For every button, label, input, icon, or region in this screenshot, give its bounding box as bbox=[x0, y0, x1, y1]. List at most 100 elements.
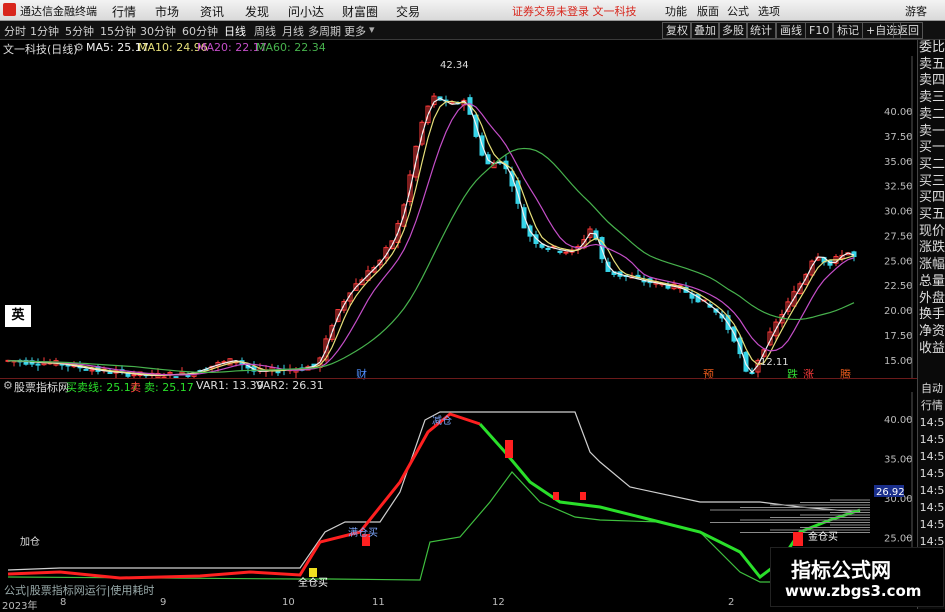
menu-layout[interactable]: 版面 bbox=[697, 3, 719, 19]
order-book-label: 卖五 bbox=[918, 56, 945, 72]
order-book-label: 买一 bbox=[918, 140, 945, 156]
tick-time-label[interactable]: 14:5 bbox=[918, 448, 945, 465]
signal-block bbox=[580, 492, 586, 500]
period-1min[interactable]: 1分钟 bbox=[30, 23, 59, 39]
y-tick-label: 15.00 bbox=[884, 356, 913, 367]
order-book-label: 总量 bbox=[918, 273, 945, 289]
menu-formula[interactable]: 公式 bbox=[727, 3, 749, 19]
f10-button[interactable]: F10 bbox=[805, 22, 834, 39]
period-monthly[interactable]: 月线 bbox=[282, 23, 304, 39]
watermark: 指标公式网 www.zbgs3.com bbox=[770, 547, 944, 607]
y-tick-label: 27.50 bbox=[884, 231, 913, 242]
x-tick-year: 2023年 bbox=[2, 601, 38, 612]
login-alert[interactable]: 证券交易未登录 文一科技 bbox=[512, 3, 637, 19]
sub-y-tick-label: 35.00 bbox=[884, 455, 913, 466]
sub-y-tick-label: 40.00 bbox=[884, 415, 913, 426]
statistics-button[interactable]: 统计 bbox=[746, 22, 776, 39]
watermark-url: www.zbgs3.com bbox=[785, 582, 922, 600]
y-tick-label: 37.50 bbox=[884, 132, 913, 143]
order-book-label: 收益 bbox=[918, 340, 945, 356]
ma60-value: MA60: 22.34 bbox=[256, 41, 326, 54]
period-60min[interactable]: 60分钟 bbox=[182, 23, 218, 39]
tick-time-label[interactable]: 14:5 bbox=[918, 516, 945, 533]
tick-time-label[interactable]: 14:5 bbox=[918, 414, 945, 431]
label-full: 全仓买 bbox=[298, 576, 328, 589]
yellow-marker bbox=[309, 568, 317, 577]
x-tick-nov: 11 bbox=[372, 597, 385, 608]
y-tick-label: 20.00 bbox=[884, 306, 913, 317]
candle-body bbox=[35, 363, 41, 366]
kline-chart[interactable]: 42.34 12.11 40.00 37.50 35.00 32.50 30.00 27.… bbox=[0, 56, 917, 379]
label-add2: 金仓买 bbox=[808, 530, 838, 543]
order-book-label: 买四 bbox=[918, 190, 945, 206]
sub-y-tick-label: 25.00 bbox=[884, 534, 913, 545]
menu-ask-xiaoda[interactable]: 问小达 bbox=[288, 3, 324, 20]
tick-time-label[interactable]: 14:5 bbox=[918, 465, 945, 482]
period-intraday[interactable]: 分时 bbox=[4, 23, 26, 39]
formula-footnote: 公式|股票指标网运行|使用耗时 bbox=[4, 584, 155, 597]
label-warn: 减仓 bbox=[432, 414, 452, 427]
menu-bar: 通达信金融终端 行情 市场 资讯 发现 问小达 财富圈 交易 证券交易未登录 文… bbox=[0, 0, 945, 21]
y-tick-label: 30.00 bbox=[884, 207, 913, 218]
menu-news[interactable]: 资讯 bbox=[200, 3, 224, 20]
candle-body bbox=[563, 251, 569, 254]
candle-body bbox=[107, 372, 113, 375]
marker-die[interactable]: 跌 bbox=[787, 366, 798, 382]
tick-time-label[interactable]: 行情 bbox=[918, 397, 945, 414]
period-multi[interactable]: 多周期 bbox=[308, 23, 341, 39]
x-tick-feb: 2 bbox=[728, 597, 735, 608]
menu-trade[interactable]: 交易 bbox=[396, 3, 420, 20]
menu-market-quotes[interactable]: 行情 bbox=[112, 3, 136, 20]
period-weekly[interactable]: 周线 bbox=[254, 23, 276, 39]
order-book-panel: 委比 卖五 卖四 卖三 卖二 卖一 买一 买二 买三 买四 买五 现价 涨跌 涨幅 总量 外盘 换手 净资 收益 bbox=[917, 40, 945, 380]
order-book-label: 净资 bbox=[918, 323, 945, 339]
order-book-label: 卖一 bbox=[918, 123, 945, 139]
ying-badge[interactable]: 英 bbox=[5, 305, 31, 327]
candle-body bbox=[131, 374, 137, 377]
menu-wealth-circle[interactable]: 财富圈 bbox=[342, 3, 378, 20]
user-guest[interactable]: 游客 bbox=[905, 3, 927, 19]
menu-discover[interactable]: 发现 bbox=[245, 3, 269, 20]
order-book-label: 现价 bbox=[918, 223, 945, 239]
period-5min[interactable]: 5分钟 bbox=[65, 23, 94, 39]
order-book-label: 买三 bbox=[918, 173, 945, 189]
indicator-gear-icon[interactable]: ⚙ bbox=[3, 379, 13, 392]
period-more[interactable]: 更多 bbox=[344, 23, 366, 39]
tick-time-label[interactable]: 自动 bbox=[918, 380, 945, 397]
ma60-line bbox=[7, 147, 855, 374]
order-book-label: 涨跌 bbox=[918, 240, 945, 256]
period-15min[interactable]: 15分钟 bbox=[100, 23, 136, 39]
settings-gear-icon[interactable]: ⚙ bbox=[74, 41, 84, 54]
marker-cai[interactable]: 财 bbox=[356, 366, 367, 382]
order-book-label: 换手 bbox=[918, 307, 945, 323]
menu-market[interactable]: 市场 bbox=[155, 3, 179, 20]
price-tag: 26.92 bbox=[876, 487, 905, 498]
app-logo-icon bbox=[3, 3, 16, 16]
draw-line-button[interactable]: 画线 bbox=[776, 22, 806, 39]
back-button[interactable]: 返回 bbox=[893, 22, 923, 39]
marker-teng[interactable]: 腾 bbox=[840, 366, 851, 382]
signal-block bbox=[505, 440, 513, 458]
x-tick-oct: 10 bbox=[282, 597, 295, 608]
mark-button[interactable]: 标记 bbox=[833, 22, 863, 39]
marker-yu[interactable]: 预 bbox=[703, 366, 714, 382]
multi-stock-button[interactable]: 多股 bbox=[718, 22, 748, 39]
y-tick-label: 22.50 bbox=[884, 281, 913, 292]
order-book-label: 买二 bbox=[918, 156, 945, 172]
period-toolbar: 分时 1分钟 5分钟 15分钟 30分钟 60分钟 日线 周线 月线 多周期 更… bbox=[0, 21, 945, 40]
candle-body bbox=[557, 250, 563, 253]
restore-rights-button[interactable]: 复权 bbox=[662, 22, 692, 39]
tick-time-label[interactable]: 14:5 bbox=[918, 482, 945, 499]
overlay-button[interactable]: 叠加 bbox=[690, 22, 720, 39]
more-chevron-icon[interactable]: ▾ bbox=[369, 23, 375, 36]
y-tick-label: 25.00 bbox=[884, 256, 913, 267]
order-book-label: 卖二 bbox=[918, 106, 945, 122]
menu-function[interactable]: 功能 bbox=[665, 3, 687, 19]
tick-time-label[interactable]: 14:5 bbox=[918, 499, 945, 516]
tick-time-label[interactable]: 14:5 bbox=[918, 431, 945, 448]
period-daily[interactable]: 日线 bbox=[224, 23, 246, 39]
menu-options[interactable]: 选项 bbox=[758, 3, 780, 19]
period-30min[interactable]: 30分钟 bbox=[140, 23, 176, 39]
marker-zhang[interactable]: 涨 bbox=[803, 366, 814, 382]
var2-value: VAR2: 26.31 bbox=[256, 379, 324, 392]
